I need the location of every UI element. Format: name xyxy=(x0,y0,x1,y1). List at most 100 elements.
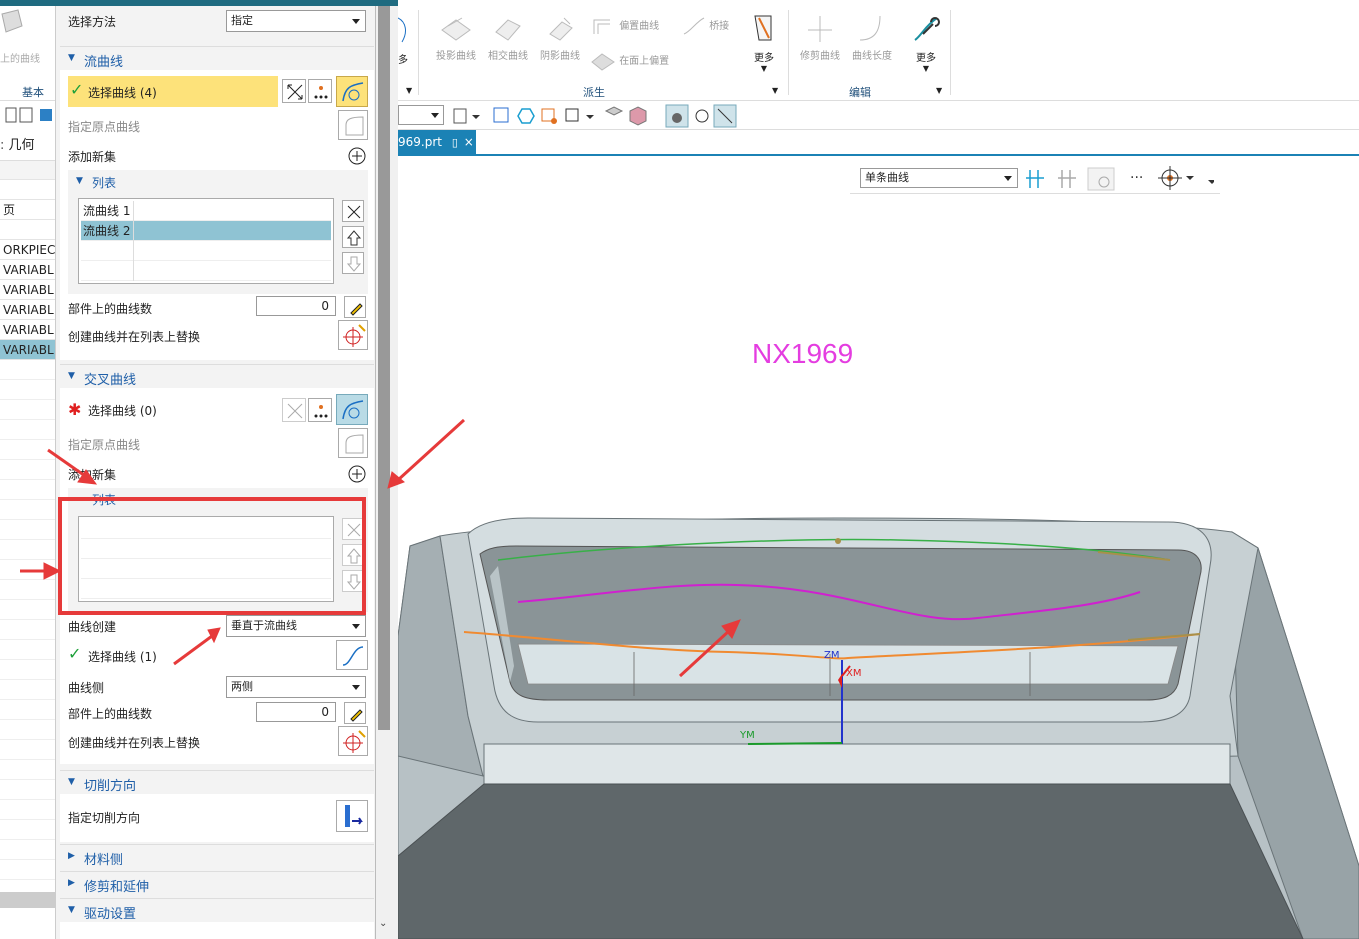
add-set-button[interactable] xyxy=(346,463,368,485)
origin-curve-button[interactable] xyxy=(338,110,368,140)
move-up-button[interactable] xyxy=(342,226,364,248)
nav-header-label: 几何 xyxy=(8,138,35,153)
add-set-button[interactable] xyxy=(346,145,368,167)
flow-curve-count-field[interactable]: 0 xyxy=(256,296,336,316)
variable-contour-dialog: 选择方法 指定 ▼ 流曲线 ✓ 选择曲线 (4) 指定原点曲线 添加新集 ▼ 列… xyxy=(56,0,376,939)
intersect-curve-button[interactable]: 相交曲线 xyxy=(484,12,532,62)
more-derived-button[interactable]: 更多 ▼ xyxy=(744,12,784,73)
chevron-down-icon: ▼ xyxy=(68,53,75,63)
curve-select-button[interactable] xyxy=(336,76,368,107)
list-divider xyxy=(133,201,134,281)
tab-close-icon[interactable]: × xyxy=(464,135,474,149)
nav-row[interactable] xyxy=(0,160,55,180)
create-replace-button[interactable] xyxy=(338,320,368,350)
shadow-curve-button[interactable]: 阴影曲线 xyxy=(536,12,584,62)
part-model[interactable] xyxy=(397,156,1359,939)
material-side-section-header[interactable]: ▶ 材料侧 xyxy=(60,844,374,868)
chevron-right-icon: ▶ xyxy=(68,878,75,888)
point-dialog-button[interactable] xyxy=(308,79,332,103)
pencil-button[interactable] xyxy=(344,702,366,724)
nav-row-selected[interactable]: VARIABL xyxy=(0,340,55,360)
filter-combo[interactable] xyxy=(398,105,444,125)
more-edit-button[interactable]: 更多 ▼ xyxy=(906,12,946,73)
cross-select-curve2-label: 选择曲线 (1) xyxy=(88,650,157,664)
curve-side-combo[interactable]: 两侧 xyxy=(226,676,366,698)
bridge-button[interactable]: 桥接 xyxy=(682,14,742,38)
chevron-down-icon xyxy=(431,113,439,118)
move-down-button[interactable] xyxy=(342,252,364,274)
more-icon[interactable]: ··· xyxy=(1130,170,1143,186)
deselect-icon xyxy=(287,84,303,100)
curve-select-button[interactable] xyxy=(336,394,368,425)
flow-curve-section-header[interactable]: ▼ 流曲线 xyxy=(60,46,374,70)
nav-toolbar xyxy=(0,100,55,130)
curve-length-button[interactable]: 曲线长度 xyxy=(848,12,896,62)
plus-circle-icon xyxy=(348,147,366,165)
offset-curve-button[interactable]: 偏置曲线 xyxy=(590,14,670,38)
annotation-highlight-box xyxy=(58,497,366,615)
offset-on-face-icon xyxy=(591,53,615,71)
remove-button[interactable] xyxy=(342,200,364,222)
intersect-curve-icon xyxy=(495,19,521,41)
intersect-curve-label: 相交曲线 xyxy=(488,51,528,62)
flow-list-group: ▼ 列表 流曲线 1 流曲线 2 xyxy=(68,170,368,294)
graphics-viewport[interactable]: ZM XM YM xyxy=(397,156,1359,939)
curve-icon xyxy=(342,82,364,102)
nav-row[interactable]: VARIABL xyxy=(0,260,55,280)
nav-row[interactable]: VARIABL xyxy=(0,320,55,340)
curve-icon xyxy=(342,400,364,420)
curve-create-value: 垂直于流曲线 xyxy=(231,619,297,632)
nav-row[interactable]: 页 xyxy=(0,200,55,220)
view-toolbar-icons[interactable] xyxy=(450,103,750,129)
tab-part-file[interactable]: 969.prt ▯ × xyxy=(398,130,476,154)
divider xyxy=(418,10,419,95)
scroll-down-icon[interactable]: ⌄ xyxy=(379,918,387,929)
origin-curve-icon xyxy=(345,434,364,454)
cut-direction-section-header[interactable]: ▼ 切削方向 xyxy=(60,770,374,794)
project-curve-label: 投影曲线 xyxy=(436,51,476,62)
curve-rule-combo[interactable]: 单条曲线 xyxy=(860,168,1018,188)
drive-settings-section-header[interactable]: ▼ 驱动设置 xyxy=(60,898,374,922)
deselect-all-button[interactable] xyxy=(282,79,306,103)
create-replace-button[interactable] xyxy=(338,726,368,756)
pencil-button[interactable] xyxy=(344,296,366,318)
nav-row[interactable]: VARIABL xyxy=(0,280,55,300)
more-edit-label: 更多 xyxy=(916,53,936,64)
cross-curve-section-header[interactable]: ▼ 交叉曲线 xyxy=(60,364,374,388)
nav-row[interactable]: VARIABL xyxy=(0,300,55,320)
offset-on-face-button[interactable]: 在面上偏置 xyxy=(590,50,680,72)
cross-curve-count-field[interactable]: 0 xyxy=(256,702,336,722)
ribbon-partial-button[interactable]: 多 xyxy=(397,8,412,68)
nav-hscrollbar[interactable] xyxy=(0,892,55,908)
nav-row[interactable]: ORKPIEC xyxy=(0,240,55,260)
selection-bar-icons[interactable] xyxy=(1024,166,1214,192)
select-curve-button[interactable] xyxy=(336,640,368,670)
select-method-combo[interactable]: 指定 xyxy=(226,10,366,32)
origin-curve-button[interactable] xyxy=(338,428,368,458)
scrollbar-thumb[interactable] xyxy=(378,0,390,730)
trim-extend-section-header[interactable]: ▶ 修剪和延伸 xyxy=(60,871,374,895)
project-curve-button[interactable]: 投影曲线 xyxy=(432,12,480,62)
flow-select-curve-row[interactable]: ✓ 选择曲线 (4) xyxy=(68,76,278,107)
watermark-text: NX1969 xyxy=(752,338,854,369)
nav-row[interactable] xyxy=(0,220,55,240)
list-item[interactable]: 流曲线 1 xyxy=(81,201,331,221)
required-asterisk-icon: ✱ xyxy=(68,400,82,419)
bridge-label: 桥接 xyxy=(709,21,730,32)
curve-create-label: 曲线创建 xyxy=(68,620,117,634)
deselect-all-button[interactable] xyxy=(282,398,306,422)
flow-curve-list[interactable]: 流曲线 1 流曲线 2 xyxy=(78,198,334,284)
nav-row[interactable] xyxy=(0,180,55,200)
check-icon: ✓ xyxy=(68,644,82,663)
list-item-selected[interactable]: 流曲线 2 xyxy=(81,221,331,241)
drive-settings-section xyxy=(60,922,374,939)
point-dialog-button[interactable] xyxy=(308,398,332,422)
curve-rule-value: 单条曲线 xyxy=(865,171,909,184)
tab-bar: 969.prt ▯ × xyxy=(398,130,1359,156)
trim-curve-button[interactable]: 修剪曲线 xyxy=(796,12,844,62)
cut-direction-button[interactable] xyxy=(336,800,368,832)
close-icon xyxy=(347,205,361,219)
curve-side-label: 曲线侧 xyxy=(68,681,105,695)
curve-create-combo[interactable]: 垂直于流曲线 xyxy=(226,615,366,637)
crosshair-icon xyxy=(343,324,366,347)
